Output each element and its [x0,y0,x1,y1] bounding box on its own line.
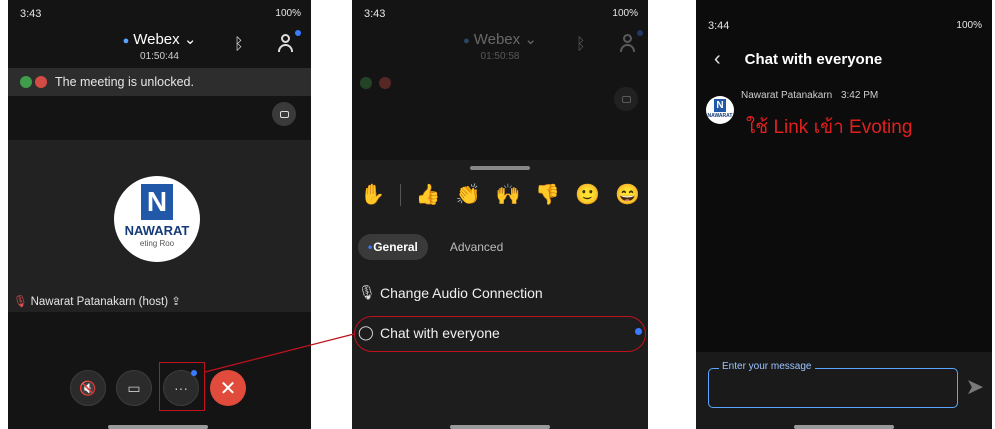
message-text: ใช้ Link เข้า Evoting [746,117,913,138]
more-options-sheet: ✋ 👍 👏 🙌 👎 🙂 😄 General Advanced 🎙 Change … [352,160,648,429]
meeting-screen: 3:43 100% ● Webex ⌄ 01:50:44 ᛒ The meetin… [8,0,311,429]
audio-connection-icon: 🎙 [358,284,376,300]
home-indicator [108,425,208,429]
bluetooth-icon[interactable]: ᛒ [234,36,244,54]
message-meta: Nawarat Patanakarn 3:42 PM [741,90,878,101]
banner-text: The meeting is unlocked. [55,75,194,89]
message-composer: Enter your message ➤ [696,352,992,429]
mic-off-icon: 🔇 [79,379,97,396]
send-icon[interactable]: ➤ [966,374,984,400]
tab-general[interactable]: General [358,234,428,260]
lock-banner: The meeting is unlocked. [8,68,311,96]
sender-name: Nawarat Patanakarn [741,90,833,101]
close-icon: ✕ [219,377,237,400]
lock-status-icon [35,76,47,88]
battery-level: 100% [275,8,301,19]
highlight-chat-item [354,316,646,352]
battery-level: 100% [612,8,638,19]
sheet-handle[interactable] [470,166,530,170]
chevron-down-icon: ⌄ [179,31,197,48]
back-arrow-icon[interactable]: ‹ [714,48,721,71]
leave-meeting-button[interactable]: ✕ [210,370,246,406]
status-bar: 3:44 100% [708,20,982,32]
chat-header: ‹ Chat with everyone [714,48,992,71]
chat-screen: 3:44 100% ‹ Chat with everyone N NAWARAT… [696,0,992,429]
battery-level: 100% [956,20,982,31]
status-bar: 3:43 100% [364,8,638,20]
chevron-down-icon: ⌄ [520,31,537,48]
clap-icon[interactable]: 👏 [456,182,481,207]
meeting-title[interactable]: ● Webex ⌄ [8,30,311,48]
layout-toggle-button [614,87,638,111]
change-audio-connection-item[interactable]: 🎙 Change Audio Connection [358,284,642,301]
home-indicator [794,425,894,429]
participants-icon [620,30,643,52]
smile-icon[interactable]: 🙂 [575,182,600,207]
meeting-timer: 01:50:44 [140,51,179,62]
chat-title: Chat with everyone [744,51,883,68]
raise-hand-icon[interactable]: ✋ [360,182,385,207]
participants-icon[interactable] [278,30,301,52]
participant-logo: N NAWARAT eting Roo [114,176,200,262]
video-off-button[interactable]: ▭ [116,370,152,406]
home-indicator [450,425,550,429]
status-bar: 3:43 100% [20,8,301,20]
status-time: 3:44 [708,20,730,32]
message-time: 3:42 PM [840,90,879,101]
shield-icon [20,76,32,88]
muted-mic-icon: 🎙 [13,296,28,308]
webex-logo-icon: ● [463,35,470,47]
status-time: 3:43 [20,8,42,20]
video-tile: N NAWARAT eting Roo 🎙 Nawarat Patanakarn … [8,140,311,312]
celebrate-icon[interactable]: 🙌 [495,182,520,207]
bluetooth-icon: ᛒ [576,36,586,53]
highlight-more-button [159,362,205,411]
camera-off-icon: ▭ [127,379,141,396]
options-tabs: General Advanced [358,234,513,260]
thumbs-up-icon[interactable]: 👍 [416,182,441,207]
webex-logo-icon: ● [122,35,130,47]
reactions-row: ✋ 👍 👏 🙌 👎 🙂 😄 [352,182,648,207]
message-input[interactable]: Enter your message [708,361,958,408]
input-placeholder: Enter your message [719,361,815,372]
shield-icon [360,77,372,89]
layout-toggle-button[interactable] [272,102,296,126]
participant-name-tag: 🎙 Nawarat Patanakarn (host) ⇪ [13,296,181,308]
meeting-timer: 01:50:58 [480,51,520,62]
mute-button[interactable]: 🔇 [70,370,106,406]
avatar: N NAWARAT [706,96,734,124]
lock-status-icon [379,77,392,89]
share-icon: ⇪ [168,296,181,308]
tab-advanced[interactable]: Advanced [440,234,513,260]
laugh-icon[interactable]: 😄 [615,182,640,207]
more-menu-screen: 3:43 100% ● Webex ⌄ 01:50:58 ᛒ ✋ 👍 👏 🙌 👎 … [352,0,648,429]
meeting-title: ● Webex ⌄ [463,31,537,48]
status-time: 3:43 [364,8,386,20]
thumbs-down-icon[interactable]: 👎 [535,182,560,207]
